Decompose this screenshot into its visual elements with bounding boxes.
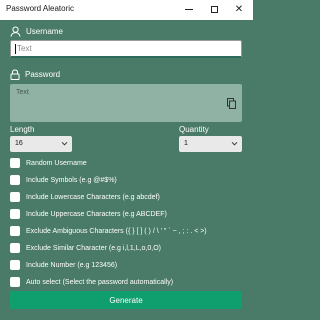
checkbox[interactable] <box>10 226 20 236</box>
maximize-button[interactable] <box>201 0 227 20</box>
quantity-value: 1 <box>184 140 188 147</box>
checkbox[interactable] <box>10 175 20 185</box>
minimize-icon <box>185 8 193 10</box>
password-label-row: Password <box>10 69 60 80</box>
checkbox[interactable] <box>10 209 20 219</box>
checkbox[interactable] <box>10 192 20 202</box>
option-exclude-similar[interactable]: Exclude Similar Character (e.g i,l,1,L,o… <box>10 242 161 254</box>
option-label: Exclude Ambiguous Characters ({ } [ ] ( … <box>26 227 207 235</box>
lock-icon <box>10 69 20 80</box>
option-label: Include Symbols (e.g @#$%) <box>26 176 117 184</box>
option-include-uppercase[interactable]: Include Uppercase Characters (e.g ABCDEF… <box>10 208 167 220</box>
copy-icon[interactable] <box>227 98 236 109</box>
username-placeholder: Text <box>17 44 32 53</box>
password-placeholder: Text <box>16 89 29 96</box>
text-caret <box>15 44 16 54</box>
option-include-lowercase[interactable]: Include Lowercase Characters (e.g abcdef… <box>10 191 160 203</box>
title-bar: Password Aleatoric ✕ <box>0 0 253 20</box>
password-output[interactable]: Text <box>10 84 242 122</box>
checkbox[interactable] <box>10 277 20 287</box>
option-include-number[interactable]: Include Number (e.g 123456) <box>10 259 117 271</box>
user-icon <box>10 26 21 37</box>
generate-label: Generate <box>109 295 143 305</box>
option-label: Include Lowercase Characters (e.g abcdef… <box>26 193 160 201</box>
quantity-label: Quantity <box>179 125 209 134</box>
chevron-down-icon <box>61 141 68 146</box>
checkbox[interactable] <box>10 243 20 253</box>
username-label: Username <box>26 27 63 36</box>
checkbox[interactable] <box>10 158 20 168</box>
option-label: Exclude Similar Character (e.g i,l,1,L,o… <box>26 244 161 252</box>
option-random-username[interactable]: Random Username <box>10 157 87 169</box>
password-label: Password <box>25 70 61 79</box>
length-value: 16 <box>15 140 23 147</box>
option-label: Include Number (e.g 123456) <box>26 261 118 269</box>
option-label: Auto select (Select the password automat… <box>26 278 174 286</box>
username-input[interactable]: Text <box>10 40 242 58</box>
option-include-symbols[interactable]: Include Symbols (e.g @#$%) <box>10 174 117 186</box>
length-select[interactable]: 16 <box>10 136 72 152</box>
option-exclude-ambiguous[interactable]: Exclude Ambiguous Characters ({ } [ ] ( … <box>10 225 207 237</box>
option-auto-select[interactable]: Auto select (Select the password automat… <box>10 276 173 288</box>
username-label-row: Username <box>10 26 63 37</box>
minimize-button[interactable] <box>176 0 202 20</box>
option-label: Include Uppercase Characters (e.g ABCDEF… <box>26 210 167 218</box>
quantity-select[interactable]: 1 <box>179 136 242 152</box>
window-title: Password Aleatoric <box>6 4 75 13</box>
length-label: Length <box>10 125 35 134</box>
maximize-icon <box>210 5 218 13</box>
option-label: Random Username <box>26 159 87 167</box>
generate-button[interactable]: Generate <box>10 291 242 309</box>
close-icon: ✕ <box>234 4 244 15</box>
checkbox[interactable] <box>10 260 20 270</box>
chevron-down-icon <box>231 141 238 146</box>
close-button[interactable]: ✕ <box>226 0 252 20</box>
